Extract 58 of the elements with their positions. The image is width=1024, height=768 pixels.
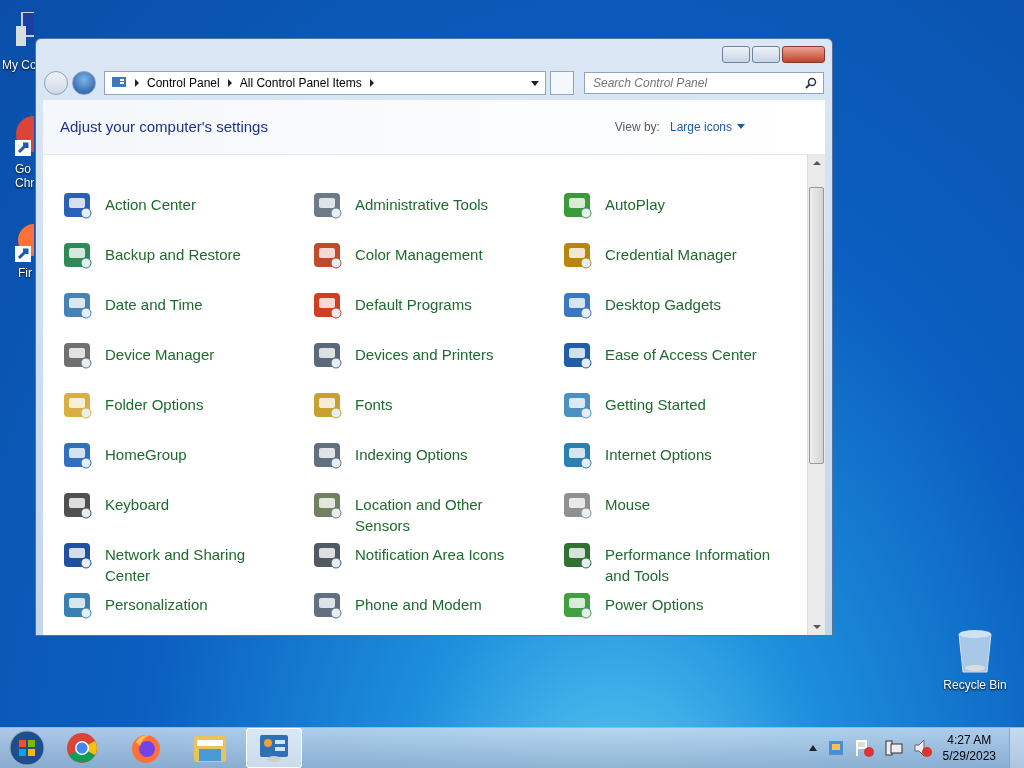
network-icon[interactable] (884, 739, 903, 757)
desktop-icon-label: Fir (18, 266, 32, 280)
computer-icon[interactable] (16, 12, 34, 46)
view-by-label: View by: (614, 119, 660, 134)
control-panel-link[interactable]: Date and Time (105, 280, 280, 315)
control-panel-link[interactable]: Backup and Restore (105, 230, 280, 265)
control-panel-link[interactable]: Credential Manager (605, 230, 780, 265)
control-panel-link[interactable]: Folder Options (105, 380, 280, 415)
search-field[interactable]: Search Control Panel (591, 75, 805, 91)
control-panel-link[interactable]: Mouse (605, 480, 780, 515)
control-panel-link[interactable]: Fonts (355, 380, 530, 415)
control-panel-icon (111, 76, 127, 90)
desktop-icon-label: My Co (2, 58, 37, 72)
control-panel-link[interactable]: Desktop Gadgets (605, 280, 780, 315)
back-button[interactable] (44, 71, 68, 95)
control-panel-link[interactable]: Ease of Access Center (605, 330, 780, 365)
control-panel-icon (258, 733, 290, 763)
control-panel-link[interactable]: Devices and Printers (355, 330, 530, 365)
clock-date[interactable]: 5/29/2023 (942, 748, 996, 764)
minimize-button[interactable] (722, 46, 750, 63)
tray-app-icon[interactable] (826, 739, 845, 757)
control-panel-link[interactable]: Action Center (105, 180, 280, 215)
search-box[interactable]: Search Control Panel (584, 72, 824, 94)
close-button[interactable] (782, 46, 825, 63)
folder-icon (193, 733, 227, 763)
control-panel-link[interactable]: Color Management (355, 230, 530, 265)
address-bar[interactable]: Control Panel All Control Panel Items (104, 71, 546, 95)
page-heading: Adjust your computer's settings (60, 118, 268, 135)
search-icon (805, 77, 817, 89)
firefox-icon (130, 732, 162, 764)
scrollbar[interactable] (807, 155, 825, 635)
desktop-icon-label: Recycle Bin (943, 678, 1007, 692)
control-panel-link[interactable]: AutoPlay (605, 180, 780, 215)
control-panel-link[interactable]: Indexing Options (355, 430, 530, 465)
control-panel-link[interactable]: Phone and Modem (355, 580, 530, 615)
chrome-shortcut-icon[interactable] (14, 114, 34, 158)
control-panel-link[interactable]: Getting Started (605, 380, 780, 415)
show-hidden-icons-icon[interactable] (808, 745, 817, 751)
breadcrumb-item[interactable]: Control Panel (147, 76, 220, 90)
taskbar-button[interactable] (246, 728, 302, 768)
control-panel-link[interactable]: HomeGroup (105, 430, 280, 465)
flag-error-icon[interactable] (854, 739, 875, 757)
control-panel-link[interactable]: Keyboard (105, 480, 280, 515)
control-panel-link[interactable]: Administrative Tools (355, 180, 530, 215)
desktop-icon-label: Go Chr (15, 162, 35, 190)
forward-button[interactable] (72, 71, 96, 95)
view-by-dropdown[interactable]: Large icons (669, 119, 745, 134)
start-button[interactable] (8, 729, 46, 767)
control-panel-link[interactable]: Internet Options (605, 430, 780, 465)
recycle-bin-icon[interactable] (955, 628, 995, 676)
speaker-muted-icon[interactable] (912, 739, 933, 757)
breadcrumb-item[interactable]: All Control Panel Items (239, 76, 362, 90)
clock-time[interactable]: 4:27 AM (947, 732, 992, 748)
refresh-button[interactable] (550, 71, 574, 95)
control-panel-link[interactable]: Device Manager (105, 330, 280, 365)
control-panel-link[interactable]: Default Programs (355, 280, 530, 315)
chrome-icon (66, 732, 98, 764)
maximize-button[interactable] (752, 46, 780, 63)
